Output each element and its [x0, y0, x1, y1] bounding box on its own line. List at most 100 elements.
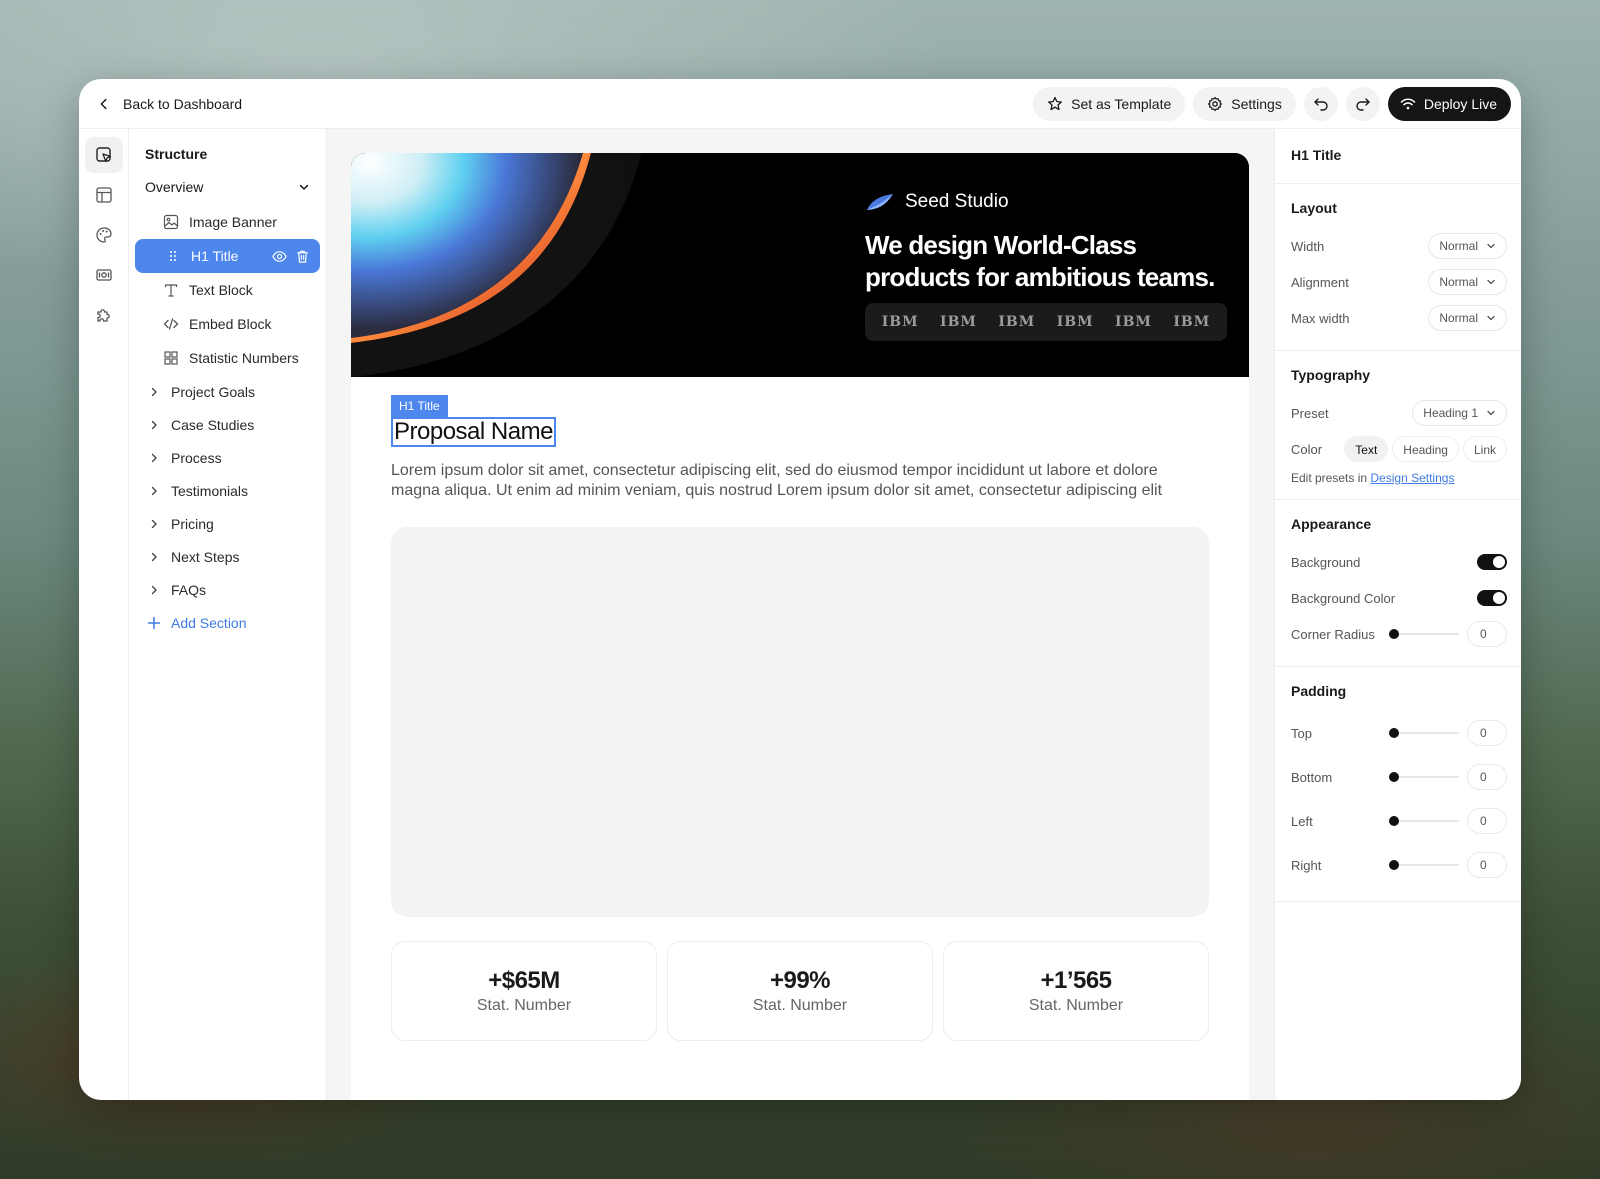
padding-bottom-row: Bottom 0 — [1291, 755, 1507, 799]
section-item-process[interactable]: Process — [135, 441, 320, 474]
padding-right-slider[interactable] — [1389, 858, 1459, 872]
typography-heading: Typography — [1291, 367, 1371, 383]
rail-structure-button[interactable] — [84, 137, 123, 173]
drag-handle-icon[interactable] — [165, 248, 181, 264]
top-actions: Set as Template Settings Deploy Live — [1033, 86, 1511, 121]
undo-button[interactable] — [1303, 86, 1338, 121]
section-label: FAQs — [171, 581, 207, 598]
width-row: Width Normal — [1291, 228, 1507, 264]
page-preview: Seed Studio We design World-Class produc… — [351, 153, 1249, 1100]
padding-right-input[interactable]: 0 — [1467, 852, 1507, 878]
edit-presets-note: Edit presets in Design Settings — [1291, 471, 1507, 485]
deploy-live-label: Deploy Live — [1423, 95, 1497, 112]
slider-track — [1389, 864, 1459, 866]
embed-block-placeholder[interactable] — [391, 527, 1209, 917]
client-logo: IBM — [940, 314, 977, 330]
h1-title-element[interactable]: Proposal Name — [391, 417, 556, 447]
section-item-faqs[interactable]: FAQs — [135, 573, 320, 606]
preset-value: Heading 1 — [1423, 406, 1478, 420]
client-logo: IBM — [1115, 314, 1152, 330]
plus-icon — [147, 616, 161, 629]
color-row: Color Text Heading Link — [1291, 431, 1507, 467]
selected-element-tag: H1 Title — [391, 395, 448, 417]
padding-top-input[interactable]: 0 — [1467, 720, 1507, 746]
section-item-pricing[interactable]: Pricing — [135, 507, 320, 540]
section-label: Project Goals — [171, 383, 256, 400]
padding-bottom-slider[interactable] — [1389, 770, 1459, 784]
slider-thumb[interactable] — [1389, 860, 1399, 870]
deploy-live-button[interactable]: Deploy Live — [1387, 86, 1511, 121]
background-color-toggle[interactable] — [1477, 590, 1507, 606]
padding-top-slider[interactable] — [1389, 726, 1459, 740]
preset-select[interactable]: Heading 1 — [1412, 400, 1507, 426]
chevron-right-icon — [151, 519, 157, 528]
structure-item-text-block[interactable]: Text Block — [135, 273, 320, 307]
corner-radius-input[interactable]: 0 — [1467, 621, 1507, 647]
settings-button[interactable]: Settings — [1193, 86, 1296, 121]
layout-section: Layout Width Normal Alignment Normal Max… — [1275, 184, 1521, 351]
padding-bottom-input[interactable]: 0 — [1467, 764, 1507, 790]
section-item-next-steps[interactable]: Next Steps — [135, 540, 320, 573]
padding-left-input[interactable]: 0 — [1467, 808, 1507, 834]
back-label: Back to Dashboard — [123, 95, 243, 112]
add-section-button[interactable]: Add Section — [135, 606, 320, 639]
undo-icon — [1314, 97, 1328, 111]
trash-icon[interactable] — [295, 249, 310, 264]
max-width-select[interactable]: Normal — [1428, 305, 1507, 331]
rail-layout-button[interactable] — [85, 177, 123, 213]
back-to-dashboard-button[interactable]: Back to Dashboard — [97, 96, 242, 112]
chevron-right-icon — [151, 486, 157, 495]
section-item-case-studies[interactable]: Case Studies — [135, 408, 320, 441]
redo-button[interactable] — [1345, 86, 1380, 121]
structure-item-image-banner[interactable]: Image Banner — [135, 205, 320, 239]
width-value: Normal — [1439, 239, 1478, 253]
design-settings-link[interactable]: Design Settings — [1370, 471, 1454, 485]
padding-left-slider[interactable] — [1389, 814, 1459, 828]
color-option-heading[interactable]: Heading — [1392, 436, 1459, 462]
rail-palette-button[interactable] — [85, 217, 123, 253]
max-width-value: Normal — [1439, 311, 1478, 325]
chevron-left-icon — [100, 98, 107, 109]
structure-item-label: Text Block — [189, 282, 253, 298]
background-row: Background — [1291, 544, 1507, 580]
appearance-heading: Appearance — [1291, 516, 1372, 532]
color-option-text[interactable]: Text — [1344, 436, 1389, 462]
color-label: Color — [1291, 441, 1323, 457]
structure-item-embed-block[interactable]: Embed Block — [135, 307, 320, 341]
section-item-testimonials[interactable]: Testimonials — [135, 474, 320, 507]
eye-icon[interactable] — [272, 249, 287, 264]
stat-card[interactable]: +$65M Stat. Number — [391, 941, 657, 1041]
alignment-select[interactable]: Normal — [1428, 269, 1507, 295]
slider-thumb[interactable] — [1389, 816, 1399, 826]
chevron-down-icon — [1487, 315, 1495, 321]
padding-bottom-label: Bottom — [1291, 769, 1333, 785]
editor-window: Back to Dashboard Set as Template Settin… — [79, 79, 1521, 1100]
stat-card[interactable]: +1’565 Stat. Number — [943, 941, 1209, 1041]
overview-section-toggle[interactable]: Overview — [135, 177, 320, 197]
rail-plugins-button[interactable] — [85, 297, 123, 333]
set-as-template-button[interactable]: Set as Template — [1033, 86, 1186, 121]
structure-item-statistic-numbers[interactable]: Statistic Numbers — [135, 341, 320, 375]
section-item-project-goals[interactable]: Project Goals — [135, 375, 320, 408]
slider-thumb[interactable] — [1389, 629, 1399, 639]
padding-top-row: Top 0 — [1291, 711, 1507, 755]
image-banner[interactable]: Seed Studio We design World-Class produc… — [351, 153, 1249, 377]
background-color-label: Background Color — [1291, 590, 1396, 606]
background-toggle[interactable] — [1477, 554, 1507, 570]
slider-thumb[interactable] — [1389, 772, 1399, 782]
stat-label: Stat. Number — [476, 997, 572, 1014]
statistic-numbers: +$65M Stat. Number +99% Stat. Number +1’… — [391, 941, 1209, 1041]
corner-radius-slider[interactable] — [1389, 627, 1459, 641]
preset-label: Preset — [1291, 405, 1329, 421]
color-option-link[interactable]: Link — [1462, 436, 1507, 462]
structure-item-h1-title[interactable]: H1 Title — [135, 239, 320, 273]
corner-radius-label: Corner Radius — [1291, 626, 1375, 642]
padding-left-row: Left 0 — [1291, 799, 1507, 843]
typography-section: Typography Preset Heading 1 Color Text H… — [1275, 351, 1521, 500]
stat-card[interactable]: +99% Stat. Number — [667, 941, 933, 1041]
rail-media-button[interactable] — [85, 257, 123, 293]
width-select[interactable]: Normal — [1428, 233, 1507, 259]
chevron-down-icon — [1487, 410, 1495, 416]
text-block[interactable]: Lorem ipsum dolor sit amet, consectetur … — [391, 461, 1209, 501]
slider-thumb[interactable] — [1389, 728, 1399, 738]
